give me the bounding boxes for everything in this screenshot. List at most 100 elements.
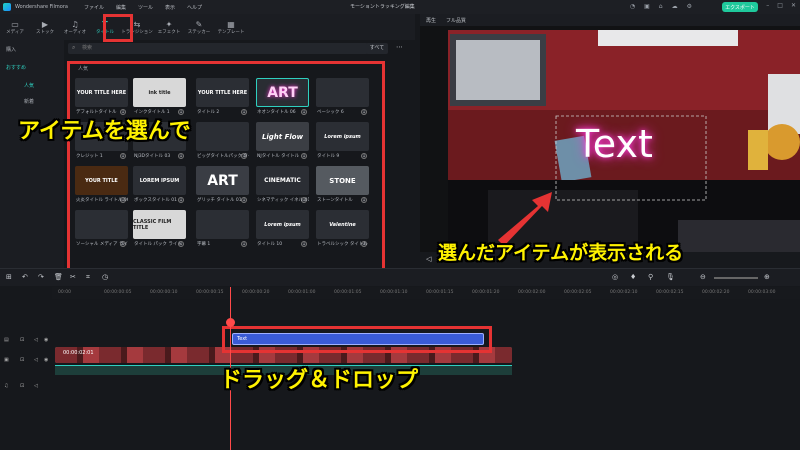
- sticker-icon: ✎: [195, 19, 203, 29]
- save-icon[interactable]: ⌂: [659, 3, 663, 10]
- close-icon[interactable]: ✕: [791, 2, 796, 9]
- search-input[interactable]: 検索: [68, 43, 368, 54]
- settings-icon[interactable]: ⚙: [687, 3, 692, 10]
- title-card[interactable]: ↓ ベーシック 6: [316, 78, 369, 117]
- tab-templates[interactable]: ▦ テンプレート: [214, 14, 248, 40]
- title-card-label: 火炎タイトル ライトル 06: [76, 198, 128, 203]
- menu-view[interactable]: 表示: [165, 4, 175, 11]
- marker-icon[interactable]: ♦: [630, 273, 636, 281]
- timeline-toolbar: ⊞ ↶ ↷ 🗑 ✂ ⌗ ◷ ◎ ♦ ⚲ 🎙 ⊖ ⊕: [0, 268, 800, 286]
- menu-tools[interactable]: ツール: [138, 4, 153, 11]
- ruler-tick: 00:00:00:15: [196, 290, 224, 295]
- category-sidebar: 購入 おすすめ 人気 新着: [0, 40, 64, 268]
- sidebar-item-new[interactable]: 新着: [24, 98, 34, 105]
- menu-file[interactable]: ファイル: [84, 4, 104, 11]
- search-icon: ⌕: [72, 44, 76, 51]
- title-card[interactable]: CLASSIC FILM TITLE ↓ タイトル パック ライト: [133, 210, 186, 249]
- prev-frame-icon[interactable]: ◁: [426, 255, 431, 263]
- tab-stock[interactable]: ▶ ストック: [30, 14, 60, 40]
- title-thumbnail: YOUR TITLE: [75, 166, 128, 195]
- maximize-icon[interactable]: □: [777, 2, 783, 9]
- crop-icon[interactable]: ⌗: [86, 273, 90, 282]
- title-card[interactable]: YOUR TITLE HERE ↓ タイトル 2: [196, 78, 249, 117]
- export-button[interactable]: エクスポート: [722, 2, 758, 12]
- track-audio-icon[interactable]: ◁: [34, 337, 38, 343]
- speed-icon[interactable]: ◷: [102, 273, 108, 281]
- minimize-icon[interactable]: –: [766, 2, 769, 9]
- title-card[interactable]: ↓ 字幕 1: [196, 210, 249, 249]
- title-card[interactable]: ink title ↓ インクタイトル 1: [133, 78, 186, 117]
- title-card[interactable]: YOUR TITLE ↓ 火炎タイトル ライトル 06: [75, 166, 128, 205]
- title-card[interactable]: ART ↓ ネオンタイトル 06: [256, 78, 309, 117]
- sidebar-item-recommended[interactable]: おすすめ: [6, 64, 26, 71]
- title-thumbnail: STONE: [316, 166, 369, 195]
- cloud-icon[interactable]: ☁: [672, 3, 678, 10]
- text-clip[interactable]: Text: [232, 333, 484, 345]
- filter-select[interactable]: すべて: [366, 43, 388, 54]
- redo-icon[interactable]: ↷: [38, 273, 44, 281]
- tab-transitions[interactable]: ⇆ トランジション: [120, 14, 154, 40]
- video-clip[interactable]: 00:00:02:01: [55, 347, 512, 363]
- track-lock-icon[interactable]: ⊡: [20, 383, 24, 389]
- title-thumbnail: ink title: [133, 78, 186, 107]
- title-thumbnail: LOREM IPSUM: [133, 166, 186, 195]
- title-card[interactable]: Light Flow ↓ NJタイトル タイトル: [256, 122, 309, 161]
- title-card-label: タイトル 10: [257, 242, 283, 247]
- title-thumbnail: [75, 210, 128, 239]
- callout-drag-drop: ドラッグ＆ドロップ: [220, 368, 419, 393]
- sidebar-item-purchased[interactable]: 購入: [6, 46, 16, 53]
- title-icons: ◔ ▣ ⌂ ☁ ⚙: [630, 3, 692, 10]
- stock-icon: ▶: [41, 19, 49, 29]
- ruler-tick: 00:00: [58, 290, 71, 295]
- playhead-handle[interactable]: [226, 318, 235, 327]
- track-audio-icon[interactable]: ◁: [34, 383, 38, 389]
- track-lock-icon[interactable]: ⊡: [20, 357, 24, 363]
- tab-effects[interactable]: ✦ エフェクト: [154, 14, 184, 40]
- notification-icon[interactable]: ▣: [644, 3, 650, 10]
- delete-icon[interactable]: 🗑: [54, 273, 63, 281]
- track-eye-icon[interactable]: ◉: [44, 357, 48, 363]
- tab-audio[interactable]: ♫ オーディオ: [60, 14, 90, 40]
- track-header-title: ▤ ⊡ ◁ ◉: [0, 333, 52, 353]
- playback-tab[interactable]: 再生: [426, 17, 436, 24]
- title-card[interactable]: ↓ソーシャル メディア ライトル: [75, 210, 128, 249]
- snap-icon[interactable]: ⚲: [648, 273, 653, 281]
- title-card[interactable]: YOUR TITLE HERE ↓ デフォルトタイトル: [75, 78, 128, 117]
- mic-icon[interactable]: 🎙: [666, 273, 675, 281]
- menu-edit[interactable]: 編集: [116, 4, 126, 11]
- more-icon[interactable]: ⋯: [396, 43, 403, 51]
- zoom-in-icon[interactable]: ⊕: [764, 273, 770, 281]
- text-overlay[interactable]: Text: [576, 122, 653, 166]
- title-card[interactable]: STONE ↓ ストーンタイトル: [316, 166, 369, 205]
- title-card-label: トラベルシック タイトル: [317, 242, 368, 247]
- title-card[interactable]: Valentine ↓ トラベルシック タイトル: [316, 210, 369, 249]
- cut-icon[interactable]: ✂: [70, 273, 76, 281]
- zoom-out-icon[interactable]: ⊖: [700, 273, 706, 281]
- zoom-slider[interactable]: [714, 277, 758, 279]
- undo-icon[interactable]: ↶: [22, 273, 28, 281]
- account-icon[interactable]: ◔: [630, 3, 635, 10]
- callout-shown-item: 選んだアイテムが表示される: [438, 242, 684, 264]
- tab-media[interactable]: ▭ メディア: [0, 14, 30, 40]
- track-lock-icon[interactable]: ⊡: [20, 337, 24, 343]
- sidebar-item-popular[interactable]: 人気: [24, 82, 34, 89]
- title-card[interactable]: ART ↓ グリッチ タイトル 01: [196, 166, 249, 205]
- split-icon[interactable]: ⊞: [6, 273, 12, 281]
- title-card[interactable]: CINEMATIC ↓ シネマティック イネル 01: [256, 166, 309, 205]
- title-card[interactable]: Lorem ipsum ↓ タイトル 9: [316, 122, 369, 161]
- tab-stickers[interactable]: ✎ ステッカー: [184, 14, 214, 40]
- title-thumbnail: YOUR TITLE HERE: [75, 78, 128, 107]
- ruler-tick: 00:00:00:20: [242, 290, 270, 295]
- quality-select[interactable]: フル品質: [446, 17, 466, 24]
- title-card[interactable]: LOREM IPSUM ↓ ボックスタイトル 01: [133, 166, 186, 205]
- menu-help[interactable]: ヘルプ: [187, 4, 202, 11]
- track-eye-icon[interactable]: ◉: [44, 337, 48, 343]
- tab-label: エフェクト: [157, 29, 181, 35]
- filmora-logo-icon: [3, 3, 11, 11]
- text-clip-label: Text: [237, 336, 248, 342]
- title-card[interactable]: Lorem ipsum ↓ タイトル 10: [256, 210, 309, 249]
- tab-titles[interactable]: T タイトル: [90, 14, 120, 40]
- title-card[interactable]: ↓ビッグタイトルパック タイトル: [196, 122, 249, 161]
- track-audio-icon[interactable]: ◁: [34, 357, 38, 363]
- render-icon[interactable]: ◎: [612, 273, 618, 281]
